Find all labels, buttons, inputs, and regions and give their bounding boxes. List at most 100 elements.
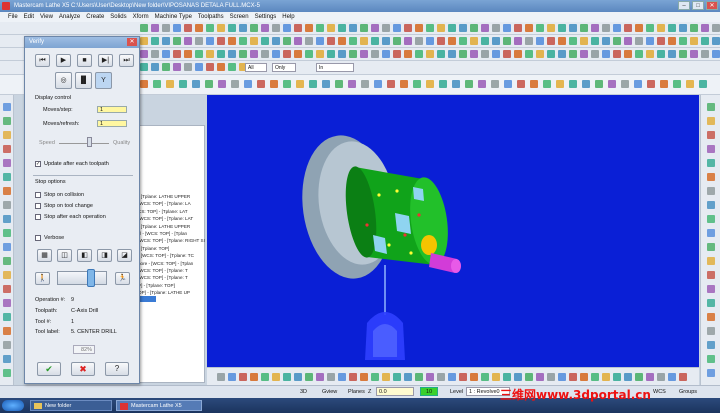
toolbar-button-icon[interactable]	[250, 373, 258, 381]
toolbar-button-icon[interactable]	[272, 373, 280, 381]
info-button-5[interactable]: ◪	[117, 249, 132, 262]
toolbar-button-icon[interactable]	[503, 373, 511, 381]
toolbar-button-icon[interactable]	[382, 37, 390, 45]
status-wcs[interactable]: WCS	[653, 389, 666, 395]
side-toolbar-icon[interactable]	[3, 299, 11, 307]
menu-xform[interactable]: Xform	[133, 12, 149, 22]
status-gview[interactable]: Gview	[322, 389, 337, 395]
status-3d-toggle[interactable]: 3D	[300, 389, 307, 395]
toolbar-button-icon[interactable]	[701, 37, 709, 45]
toolbar-button-icon[interactable]	[206, 50, 214, 58]
toolbar-button-icon[interactable]	[608, 80, 616, 88]
selection-in-field[interactable]: In	[316, 63, 354, 72]
toolbar-button-icon[interactable]	[228, 63, 236, 71]
toolbar-button-icon[interactable]	[503, 50, 511, 58]
toolbar-button-icon[interactable]	[646, 50, 654, 58]
toolbar-button-icon[interactable]	[504, 80, 512, 88]
operation-row[interactable]: [WCS: TOP] - [Tplane: T	[138, 268, 188, 273]
side-toolbar-icon[interactable]	[3, 229, 11, 237]
toolbar-button-icon[interactable]	[217, 373, 225, 381]
toolbar-button-icon[interactable]	[613, 37, 621, 45]
ok-button[interactable]: ✔	[37, 362, 61, 376]
moves-step-input[interactable]: 1	[97, 106, 127, 113]
toolbar-button-icon[interactable]	[305, 37, 313, 45]
toolbar-button-icon[interactable]	[195, 50, 203, 58]
toolbar-button-icon[interactable]	[283, 80, 291, 88]
status-level-label[interactable]: Level	[450, 389, 463, 395]
stop-tool-change-checkbox[interactable]	[35, 203, 41, 209]
toolbar-button-icon[interactable]	[349, 50, 357, 58]
toolbar-button-icon[interactable]	[558, 37, 566, 45]
side-toolbar-icon[interactable]	[3, 201, 11, 209]
toolbar-button-icon[interactable]	[602, 37, 610, 45]
side-toolbar-icon[interactable]	[707, 229, 715, 237]
toolbar-button-icon[interactable]	[360, 50, 368, 58]
toolbar-button-icon[interactable]	[547, 50, 555, 58]
toolbar-button-icon[interactable]	[657, 50, 665, 58]
toolbar-button-icon[interactable]	[371, 373, 379, 381]
side-toolbar-icon[interactable]	[707, 103, 715, 111]
toolbar-button-icon[interactable]	[701, 50, 709, 58]
toolbar-button-icon[interactable]	[582, 80, 590, 88]
toolbar-button-icon[interactable]	[206, 37, 214, 45]
toolbar-button-icon[interactable]	[184, 24, 192, 32]
toolbar-button-icon[interactable]	[492, 50, 500, 58]
side-toolbar-icon[interactable]	[3, 341, 11, 349]
operation-row[interactable]: - [WCS: TOP] - [Tplane: TC	[138, 253, 194, 258]
toolbar-button-icon[interactable]	[360, 373, 368, 381]
toolbar-button-icon[interactable]	[327, 50, 335, 58]
status-groups[interactable]: Groups	[679, 389, 697, 395]
walk-icon-button[interactable]: 🚶	[35, 272, 50, 285]
toolbar-button-icon[interactable]	[231, 80, 239, 88]
toolbar-button-icon[interactable]	[624, 24, 632, 32]
info-button-4[interactable]: ◨	[97, 249, 112, 262]
toolbar-button-icon[interactable]	[657, 373, 665, 381]
toolbar-button-icon[interactable]	[404, 37, 412, 45]
side-toolbar-icon[interactable]	[3, 355, 11, 363]
toolbar-button-icon[interactable]	[525, 50, 533, 58]
toolbar-button-icon[interactable]	[413, 80, 421, 88]
toolbar-button-icon[interactable]	[205, 80, 213, 88]
toolbar-button-icon[interactable]	[261, 50, 269, 58]
side-toolbar-icon[interactable]	[3, 173, 11, 181]
toolbar-button-icon[interactable]	[218, 80, 226, 88]
step-button[interactable]: ▶|	[98, 54, 113, 67]
toolbar-button-icon[interactable]	[591, 373, 599, 381]
toolbar-button-icon[interactable]	[712, 24, 720, 32]
toolbar-button-icon[interactable]	[536, 37, 544, 45]
toolbar-button-icon[interactable]	[448, 373, 456, 381]
verify-close-button[interactable]: ✕	[127, 38, 137, 46]
toolbar-button-icon[interactable]	[547, 37, 555, 45]
menu-screen[interactable]: Screen	[230, 12, 249, 22]
toolbar-button-icon[interactable]	[349, 24, 357, 32]
toolbar-button-icon[interactable]	[459, 24, 467, 32]
toolbar-button-icon[interactable]	[437, 373, 445, 381]
toolbar-button-icon[interactable]	[184, 50, 192, 58]
toolbar-button-icon[interactable]	[162, 50, 170, 58]
toolbar-button-icon[interactable]	[270, 80, 278, 88]
toolbar-button-icon[interactable]	[294, 50, 302, 58]
side-toolbar-icon[interactable]	[707, 299, 715, 307]
toolbar-button-icon[interactable]	[470, 373, 478, 381]
toolbar-button-icon[interactable]	[162, 37, 170, 45]
toolbar-button-icon[interactable]	[426, 37, 434, 45]
toolbar-button-icon[interactable]	[140, 80, 148, 88]
toolbar-button-icon[interactable]	[459, 50, 467, 58]
toolbar-button-icon[interactable]	[173, 37, 181, 45]
side-toolbar-icon[interactable]	[707, 243, 715, 251]
toolbar-button-icon[interactable]	[448, 50, 456, 58]
toolbar-button-icon[interactable]	[374, 80, 382, 88]
toolbar-button-icon[interactable]	[580, 50, 588, 58]
toolbar-button-icon[interactable]	[690, 37, 698, 45]
toolbar-button-icon[interactable]	[668, 50, 676, 58]
toolbar-button-icon[interactable]	[316, 373, 324, 381]
toolbar-button-icon[interactable]	[478, 80, 486, 88]
toolbar-button-icon[interactable]	[426, 50, 434, 58]
toolbar-button-icon[interactable]	[349, 37, 357, 45]
toolbar-button-icon[interactable]	[580, 24, 588, 32]
toolbar-button-icon[interactable]	[448, 24, 456, 32]
toolbar-button-icon[interactable]	[465, 80, 473, 88]
toolbar-button-icon[interactable]	[257, 80, 265, 88]
menu-file[interactable]: File	[8, 12, 18, 22]
toolbar-button-icon[interactable]	[543, 80, 551, 88]
